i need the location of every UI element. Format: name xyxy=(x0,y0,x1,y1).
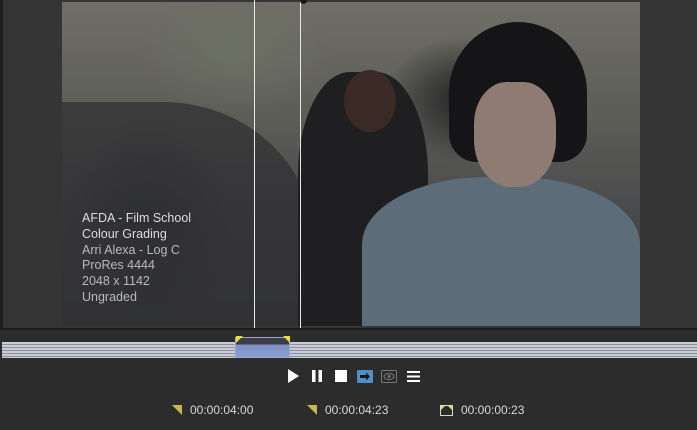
duration-icon xyxy=(440,404,453,416)
clip-info-overlay: AFDA - Film School Colour Grading Arri A… xyxy=(82,211,191,306)
loop-button[interactable] xyxy=(357,368,373,384)
frame-figure-man-head xyxy=(344,70,396,132)
out-point-marker[interactable] xyxy=(283,336,290,343)
timeline-selection[interactable] xyxy=(235,337,290,358)
menu-icon xyxy=(406,370,420,382)
out-point-value: 00:00:04:23 xyxy=(325,403,389,417)
clip-camera: Arri Alexa - Log C xyxy=(82,242,180,257)
play-button[interactable] xyxy=(285,368,301,384)
in-point-icon xyxy=(172,405,182,415)
pause-icon xyxy=(312,370,322,382)
duration-timecode[interactable]: 00:00:00:23 xyxy=(440,403,524,417)
clip-codec: ProRes 4444 xyxy=(82,258,155,273)
out-point-icon xyxy=(307,405,317,415)
frame-figure-woman-face xyxy=(474,82,556,187)
preview-button[interactable] xyxy=(381,368,397,384)
clip-title: AFDA - Film School xyxy=(82,211,192,225)
stop-icon xyxy=(335,370,347,382)
clip-subtitle: Colour Grading xyxy=(82,226,167,241)
out-point-timecode[interactable]: 00:00:04:23 xyxy=(307,403,388,417)
stop-button[interactable] xyxy=(333,368,349,384)
eye-icon xyxy=(381,369,397,383)
timeline-track[interactable] xyxy=(2,342,697,358)
transport-controls xyxy=(285,368,429,384)
in-point-marker[interactable] xyxy=(236,336,243,343)
timeline[interactable] xyxy=(0,330,697,360)
loop-icon xyxy=(357,369,373,383)
split-line-left[interactable] xyxy=(254,0,255,328)
in-point-timecode[interactable]: 00:00:04:00 xyxy=(172,403,253,417)
duration-value: 00:00:00:23 xyxy=(461,403,525,417)
video-viewer[interactable]: AFDA - Film School Colour Grading Arri A… xyxy=(3,0,697,328)
clip-resolution: 2048 x 1142 xyxy=(82,274,150,289)
clip-status: Ungraded xyxy=(82,289,137,304)
split-line-right[interactable] xyxy=(300,0,301,328)
menu-button[interactable] xyxy=(405,368,421,384)
play-icon xyxy=(288,369,299,383)
pause-button[interactable] xyxy=(309,368,325,384)
in-point-value: 00:00:04:00 xyxy=(190,403,254,417)
frame-figure-woman-jacket xyxy=(362,177,640,326)
timecode-bar: 00:00:04:00 00:00:04:23 00:00:00:23 xyxy=(0,403,697,419)
